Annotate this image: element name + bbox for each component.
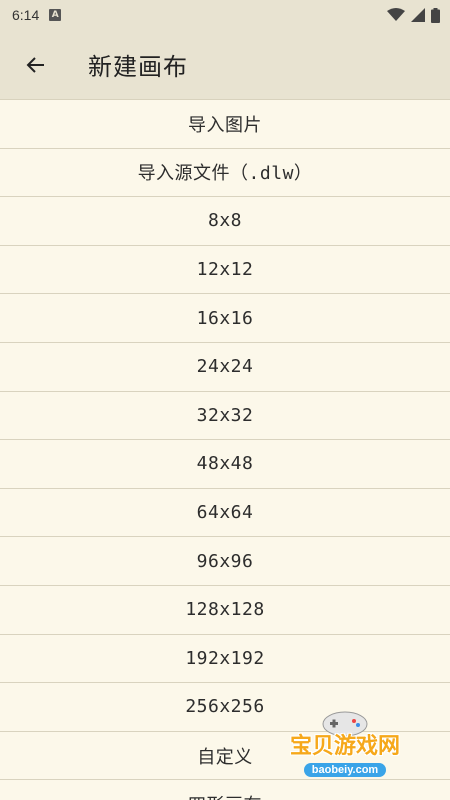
canvas-size-list: 导入图片 导入源文件（.dlw） 8x8 12x12 16x16 24x24 3… (0, 100, 450, 800)
back-arrow-icon (26, 56, 44, 73)
list-item-192x192[interactable]: 192x192 (0, 634, 450, 684)
watermark-url: baobeiy.com (270, 763, 420, 777)
battery-icon (431, 7, 440, 23)
watermark-text: 宝贝游戏网 (289, 733, 400, 758)
notification-icon: A (49, 9, 62, 21)
wifi-icon (387, 8, 405, 21)
cellular-signal-icon (411, 8, 425, 22)
list-item-48x48[interactable]: 48x48 (0, 440, 450, 489)
list-item-128x128[interactable]: 128x128 (0, 585, 450, 635)
list-item-12x12[interactable]: 12x12 (0, 245, 450, 295)
list-item-16x16[interactable]: 16x16 (0, 294, 450, 343)
status-bar: 6:14 A (0, 0, 450, 30)
list-item-8x8[interactable]: 8x8 (0, 197, 450, 246)
status-time: 6:14 (12, 7, 40, 23)
back-button[interactable] (20, 49, 52, 81)
list-item-96x96[interactable]: 96x96 (0, 537, 450, 586)
app-bar: 新建画布 (0, 30, 450, 100)
list-item-24x24[interactable]: 24x24 (0, 342, 450, 392)
list-item-import-image[interactable]: 导入图片 (0, 100, 450, 149)
list-item-32x32[interactable]: 32x32 (0, 391, 450, 441)
page-title: 新建画布 (88, 53, 188, 81)
list-item-shape-canvas[interactable]: 四形画布 (0, 780, 450, 800)
watermark: 宝贝游戏网 baobeiy.com (270, 708, 420, 778)
list-item-import-source[interactable]: 导入源文件（.dlw） (0, 148, 450, 198)
list-item-64x64[interactable]: 64x64 (0, 488, 450, 538)
